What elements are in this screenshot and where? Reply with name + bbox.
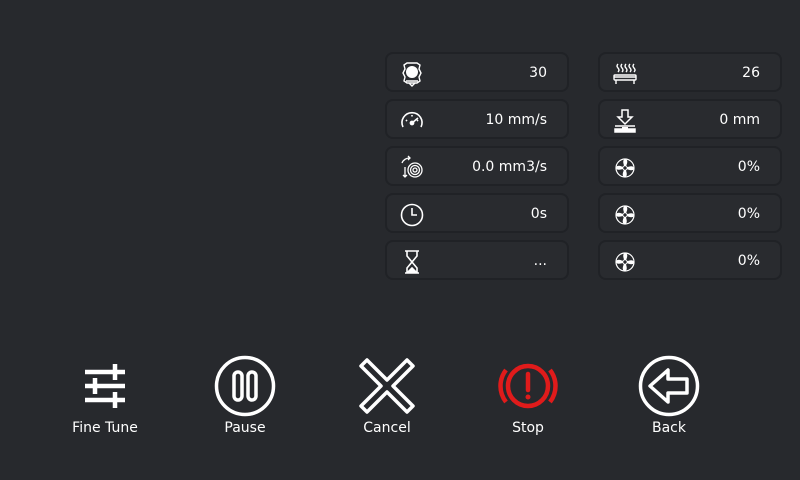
z-offset-card[interactable]: 0 mm: [598, 99, 782, 139]
fan1-card[interactable]: 0%: [598, 146, 782, 186]
fine-tune-button[interactable]: Fine Tune: [45, 354, 165, 444]
back-button[interactable]: Back: [609, 354, 729, 444]
fine-tune-label: Fine Tune: [72, 420, 138, 436]
fan2-value: 0%: [737, 206, 760, 222]
z-offset-icon: [612, 108, 638, 134]
pause-button[interactable]: Pause: [185, 354, 305, 444]
fan2-card[interactable]: 0%: [598, 193, 782, 233]
remaining-time-card[interactable]: ...: [385, 240, 569, 280]
pause-icon: [213, 354, 277, 418]
cancel-icon: [355, 354, 419, 418]
cancel-button[interactable]: Cancel: [327, 354, 447, 444]
speedometer-icon: [399, 108, 425, 134]
hourglass-icon: [399, 249, 425, 275]
extruder-temp-card[interactable]: 30: [385, 52, 569, 92]
fan-icon: [612, 155, 638, 181]
heated-bed-icon: [612, 61, 638, 87]
bed-temp-card[interactable]: 26: [598, 52, 782, 92]
sliders-icon: [73, 354, 137, 418]
print-status-screen: 30 10 mm/s 0.0 mm3/s 0s ... 26 0 mm 0% 0…: [0, 0, 800, 480]
fan3-value: 0%: [737, 253, 760, 269]
elapsed-time-card[interactable]: 0s: [385, 193, 569, 233]
speed-value: 10 mm/s: [485, 112, 547, 128]
flow-card[interactable]: 0.0 mm3/s: [385, 146, 569, 186]
stop-label: Stop: [512, 420, 544, 436]
extruder-temp-value: 30: [529, 65, 547, 81]
fan1-value: 0%: [737, 159, 760, 175]
extruder-icon: [399, 61, 425, 87]
z-offset-value: 0 mm: [719, 112, 760, 128]
back-label: Back: [652, 420, 686, 436]
fan-icon: [612, 249, 638, 275]
stop-button[interactable]: Stop: [468, 354, 588, 444]
speed-card[interactable]: 10 mm/s: [385, 99, 569, 139]
flow-icon: [399, 155, 425, 181]
remaining-time-value: ...: [533, 253, 547, 269]
fan-icon: [612, 202, 638, 228]
bed-temp-value: 26: [742, 65, 760, 81]
flow-value: 0.0 mm3/s: [472, 159, 547, 175]
pause-label: Pause: [224, 420, 266, 436]
back-arrow-icon: [637, 354, 701, 418]
cancel-label: Cancel: [363, 420, 411, 436]
clock-icon: [399, 202, 425, 228]
emergency-stop-icon: [496, 354, 560, 418]
elapsed-time-value: 0s: [530, 206, 547, 222]
fan3-card[interactable]: 0%: [598, 240, 782, 280]
